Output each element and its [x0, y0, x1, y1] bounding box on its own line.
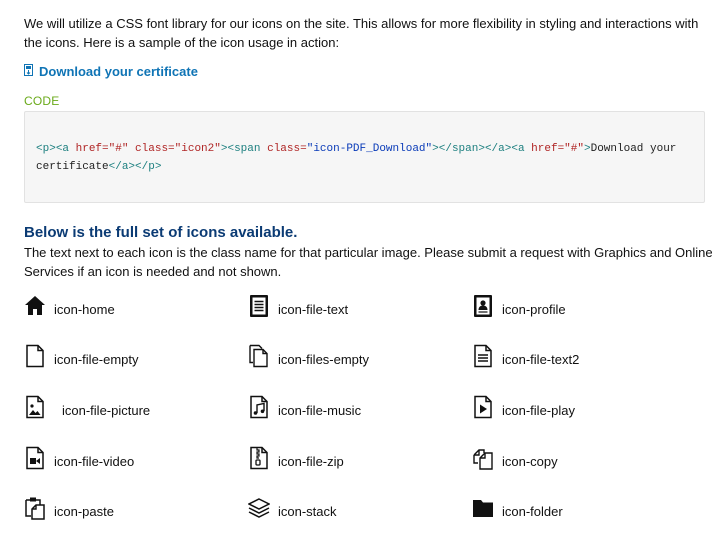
code-line-1: <p><a href="#" class="icon2"><span class…: [36, 140, 693, 158]
icon-name-label: icon-file-music: [278, 403, 362, 418]
code-line-2: certificate</a></p>: [36, 158, 693, 176]
icon-grid-item: icon-file-play: [472, 393, 575, 419]
file-picture-icon: [24, 395, 46, 419]
icon-name-label: icon-folder: [502, 504, 563, 519]
files-empty-icon: [248, 344, 270, 368]
code-token: href=: [524, 143, 565, 155]
icon-name-label: icon-home: [54, 302, 115, 317]
icon-name-label: icon-file-empty: [54, 352, 139, 367]
icon-grid-item: icon-file-picture: [24, 393, 150, 419]
code-token: </a></p>: [108, 161, 162, 173]
icon-grid-item: icon-file-music: [248, 393, 361, 419]
paste-icon: [24, 496, 46, 520]
file-text-icon: [248, 294, 270, 318]
icon-grid-item: icon-file-text: [248, 292, 348, 318]
code-token: "icon2": [174, 143, 221, 155]
icon-set-heading: Below is the full set of icons available…: [24, 224, 298, 241]
code-token: href=: [69, 143, 109, 155]
download-certificate-label: Download your certificate: [39, 64, 198, 79]
icon-set-description: The text next to each icon is the class …: [24, 245, 713, 279]
home-icon: [24, 294, 46, 318]
code-token: Download your: [590, 143, 677, 155]
profile-icon: [472, 294, 494, 318]
code-token: <a: [511, 143, 525, 155]
code-token: "#": [564, 143, 584, 155]
icon-name-label: icon-paste: [54, 504, 114, 519]
pdf-download-icon: [24, 64, 33, 79]
file-empty-icon: [24, 344, 46, 368]
code-token: certificate: [36, 161, 109, 173]
icon-grid-item: icon-paste: [24, 494, 114, 520]
file-zip-icon: [248, 446, 270, 470]
file-play-icon: [472, 395, 494, 419]
icon-name-label: icon-profile: [502, 302, 566, 317]
code-label: CODE: [24, 94, 60, 108]
stack-icon: [248, 496, 270, 520]
code-token: <span: [227, 143, 261, 155]
folder-icon: [472, 496, 494, 520]
icon-grid-item: icon-file-empty: [24, 342, 139, 368]
code-token: class=: [128, 143, 175, 155]
icon-name-label: icon-stack: [278, 504, 337, 519]
icon-name-label: icon-copy: [502, 454, 558, 469]
copy-icon: [472, 446, 494, 470]
icon-name-label: icon-files-empty: [278, 352, 370, 367]
icon-grid-item: icon-home: [24, 292, 115, 318]
code-token: <p>: [36, 143, 56, 155]
icon-name-label: icon-file-play: [502, 403, 575, 418]
icon-name-label: icon-file-picture: [62, 403, 151, 418]
icon-grid-item: icon-files-empty: [248, 342, 369, 368]
download-certificate-link[interactable]: Download your certificate: [24, 64, 198, 79]
icon-name-label: icon-file-zip: [278, 454, 344, 469]
code-token: <a: [55, 143, 70, 155]
icon-grid-item: icon-copy: [472, 444, 558, 470]
icon-name-label: icon-file-video: [54, 454, 135, 469]
icon-grid-item: icon-profile: [472, 292, 566, 318]
code-sample-box: <p><a href="#" class="icon2"><span class…: [24, 111, 705, 203]
code-token: "#": [108, 143, 129, 155]
icon-grid-item: icon-folder: [472, 494, 563, 520]
icon-name-label: icon-file-text: [278, 302, 349, 317]
icon-grid-item: icon-file-video: [24, 444, 134, 470]
code-token: "icon-PDF_Download": [306, 143, 433, 155]
file-music-icon: [248, 395, 270, 419]
icon-grid-item: icon-file-text2: [472, 342, 579, 368]
code-token: class=: [260, 143, 307, 155]
intro-paragraph: We will utilize a CSS font library for o…: [24, 16, 699, 50]
icon-grid-item: icon-file-zip: [248, 444, 344, 470]
icon-name-label: icon-file-text2: [502, 352, 580, 367]
code-token: >: [583, 143, 591, 155]
icon-grid-item: icon-stack: [248, 494, 337, 520]
file-video-icon: [24, 446, 46, 470]
code-token: ></span></a>: [432, 143, 512, 155]
file-text2-icon: [472, 344, 494, 368]
